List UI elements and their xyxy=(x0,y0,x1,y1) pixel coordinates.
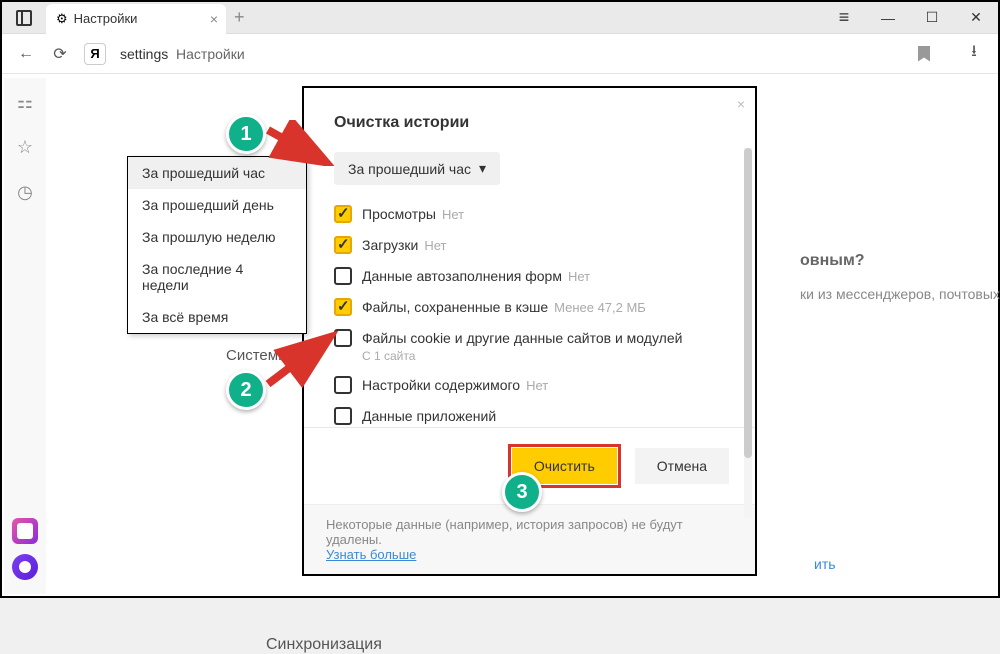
close-icon[interactable]: × xyxy=(210,11,218,27)
cancel-button[interactable]: Отмена xyxy=(635,448,729,484)
annotation-badge-2: 2 xyxy=(226,370,266,410)
reload-button[interactable]: ⟳ xyxy=(50,44,70,64)
minimize-button[interactable]: — xyxy=(866,2,910,34)
back-button[interactable]: ← xyxy=(16,45,36,63)
side-panel: ⚏ ☆ ◷ xyxy=(4,78,46,594)
maximize-button[interactable]: ☐ xyxy=(910,2,954,34)
history-icon[interactable]: ◷ xyxy=(17,182,33,203)
yandex-icon: Я xyxy=(84,43,106,65)
period-dropdown-menu: За прошедший час За прошедший день За пр… xyxy=(127,156,307,334)
app-shortcut-1[interactable] xyxy=(12,518,38,544)
app-shortcut-2[interactable] xyxy=(12,554,38,580)
sidebar-toggle[interactable] xyxy=(2,10,46,26)
bg-heading: овным? xyxy=(800,252,865,270)
menu-button[interactable]: ≡ xyxy=(822,2,866,34)
close-window-button[interactable]: ✕ xyxy=(954,2,998,34)
tab-title: Настройки xyxy=(74,11,138,26)
favorites-icon[interactable]: ☆ xyxy=(17,137,33,158)
bg-line: ки из мессенджеров, почтовых клие xyxy=(800,286,1000,302)
bookmark-icon[interactable] xyxy=(918,46,930,62)
dd-item[interactable]: За прошедший день xyxy=(128,189,306,221)
check-app-data[interactable]: Данные приложений2 приложения (Opera sto… xyxy=(334,407,725,427)
downloads-button[interactable]: ⭳ xyxy=(964,40,984,67)
dialog-title: Очистка истории xyxy=(334,114,725,132)
dialog-close-icon[interactable]: × xyxy=(737,96,745,112)
address-bar: ← ⟳ Я settings Настройки ⭳ xyxy=(2,34,998,74)
checkbox-list: ПросмотрыНет ЗагрузкиНет Данные автозапо… xyxy=(334,205,725,427)
check-content-settings[interactable]: Настройки содержимогоНет xyxy=(334,376,725,395)
new-tab-button[interactable]: + xyxy=(234,7,245,28)
browser-window: ⚙ Настройки × + ≡ — ☐ ✕ ← ⟳ Я settings Н… xyxy=(0,0,1000,598)
period-dropdown[interactable]: За прошедший час ▾ xyxy=(334,152,500,185)
annotation-arrow-1 xyxy=(264,120,334,166)
check-downloads[interactable]: ЗагрузкиНет xyxy=(334,236,725,255)
browser-tab[interactable]: ⚙ Настройки × xyxy=(46,4,226,34)
url-text[interactable]: settings Настройки xyxy=(120,46,245,62)
check-cookies[interactable]: Файлы cookie и другие данные сайтов и мо… xyxy=(334,329,725,365)
dd-item[interactable]: За прошлую неделю xyxy=(128,221,306,253)
learn-more-link[interactable]: Узнать больше xyxy=(326,547,416,562)
gear-icon: ⚙ xyxy=(56,11,68,27)
dd-item[interactable]: За всё время xyxy=(128,301,306,333)
dialog-footer: Некоторые данные (например, история запр… xyxy=(304,504,755,574)
bg-link[interactable]: ить xyxy=(814,556,836,572)
annotation-badge-3: 3 xyxy=(502,472,542,512)
dd-item[interactable]: За последние 4 недели xyxy=(128,253,306,301)
annotation-badge-1: 1 xyxy=(226,114,266,154)
bg-sync: Синхронизация xyxy=(266,636,382,654)
dialog-scrollbar[interactable] xyxy=(744,148,752,518)
titlebar: ⚙ Настройки × + ≡ — ☐ ✕ xyxy=(2,2,998,34)
check-views[interactable]: ПросмотрыНет xyxy=(334,205,725,224)
check-autofill[interactable]: Данные автозаполнения формНет xyxy=(334,267,725,286)
apps-icon[interactable]: ⚏ xyxy=(17,92,33,113)
chevron-down-icon: ▾ xyxy=(479,160,486,177)
annotation-arrow-2 xyxy=(264,330,340,390)
check-cache[interactable]: Файлы, сохраненные в кэшеМенее 47,2 МБ xyxy=(334,298,725,317)
